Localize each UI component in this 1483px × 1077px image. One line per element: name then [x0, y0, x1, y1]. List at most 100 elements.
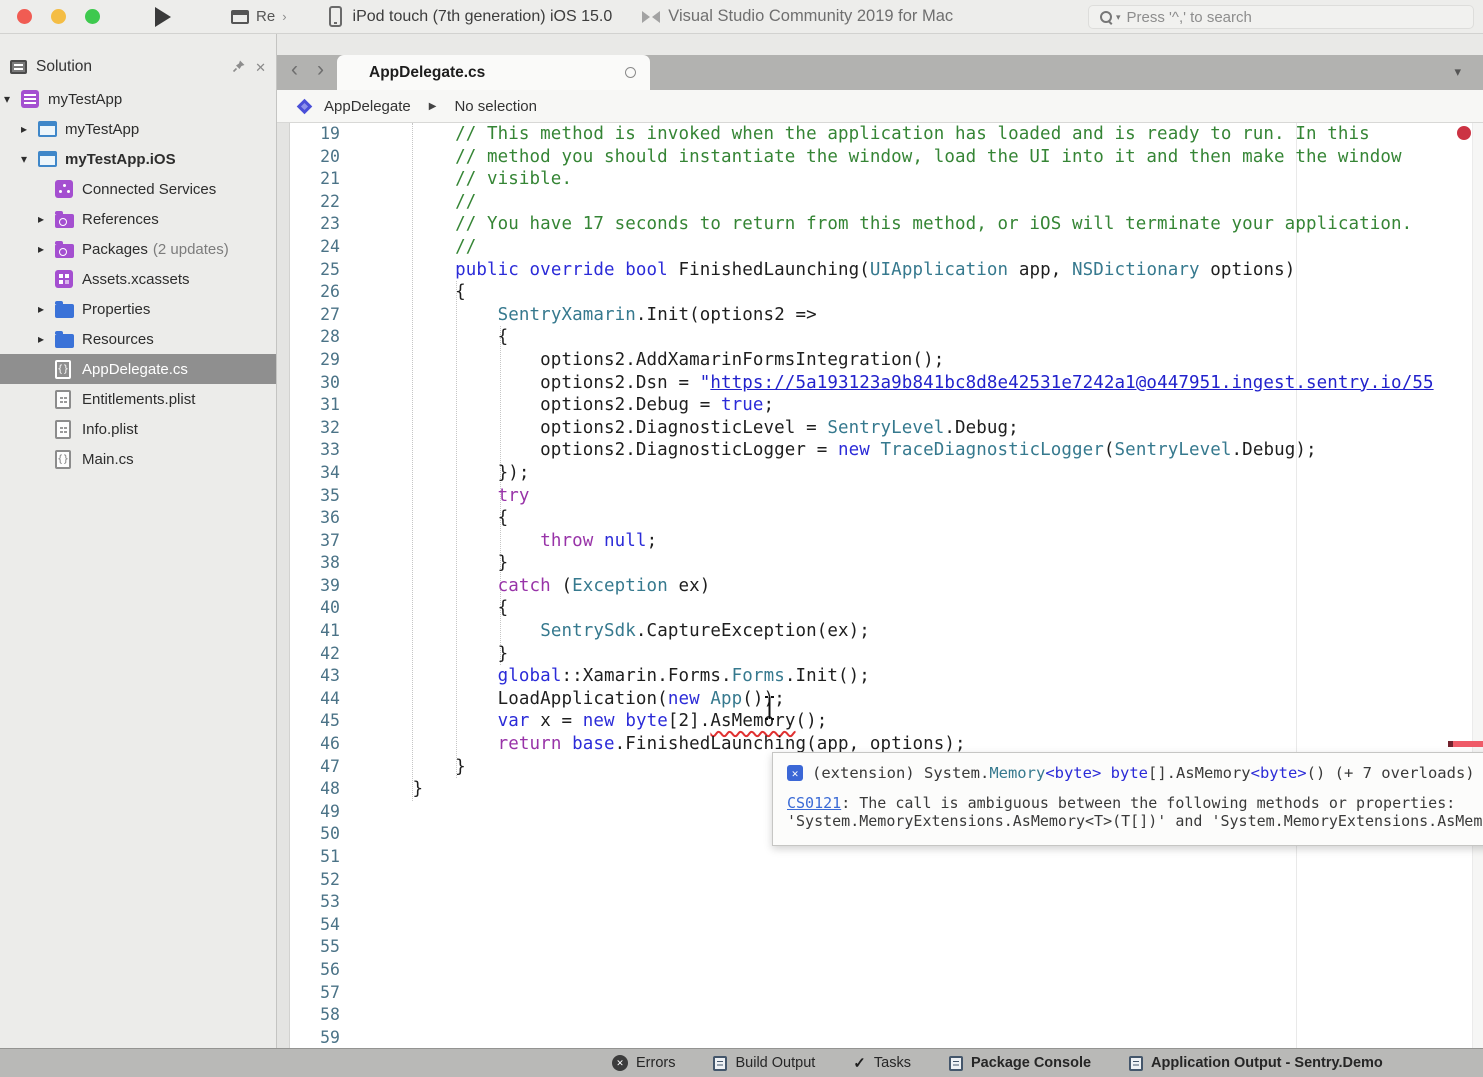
code-line-21[interactable]: 21 // visible.: [290, 168, 1483, 191]
code-line-44[interactable]: 44 LoadApplication(new App());: [290, 688, 1483, 711]
tab-appdelegate[interactable]: AppDelegate.cs: [337, 55, 650, 90]
breadcrumb-class[interactable]: AppDelegate: [324, 98, 411, 115]
code-line-56[interactable]: 56: [290, 959, 1483, 982]
maximize-window-button[interactable]: [85, 9, 100, 24]
run-configuration-selector[interactable]: Re ›: [231, 8, 287, 25]
code-line-45[interactable]: 45 var x = new byte[2].AsMemory();: [290, 710, 1483, 733]
breadcrumb: AppDelegate ▶ No selection: [277, 90, 1483, 123]
line-number: 21: [290, 168, 360, 191]
close-window-button[interactable]: [17, 9, 32, 24]
window-toolbar: Re › iPod touch (7th generation) iOS 15.…: [0, 0, 1483, 34]
line-number: 59: [290, 1027, 360, 1048]
code-line-29[interactable]: 29 options2.AddXamarinFormsIntegration()…: [290, 349, 1483, 372]
code-line-28[interactable]: 28 {: [290, 326, 1483, 349]
tree-item-mytestapp[interactable]: ▸myTestApp: [0, 114, 276, 144]
code-line-33[interactable]: 33 options2.DiagnosticLogger = new Trace…: [290, 439, 1483, 462]
pad-button-tasks[interactable]: ✓Tasks: [853, 1054, 911, 1072]
code-text: {: [370, 281, 466, 304]
code-line-57[interactable]: 57: [290, 982, 1483, 1005]
code-line-34[interactable]: 34 });: [290, 462, 1483, 485]
code-line-51[interactable]: 51: [290, 846, 1483, 869]
navigate-forward-icon[interactable]: ›: [317, 58, 324, 82]
tab-list-dropdown-icon[interactable]: ▾: [1454, 64, 1461, 80]
pin-pad-icon[interactable]: [232, 59, 246, 75]
pad-button-package-console[interactable]: Package Console: [949, 1055, 1091, 1071]
device-selector[interactable]: iPod touch (7th generation) iOS 15.0: [329, 6, 613, 27]
code-line-35[interactable]: 35 try: [290, 485, 1483, 508]
error-indicator-icon[interactable]: [1457, 126, 1471, 140]
code-line-30[interactable]: 30 options2.Dsn = "https://5a193123a9b84…: [290, 372, 1483, 395]
caret-right-icon[interactable]: ▸: [38, 302, 55, 316]
code-line-26[interactable]: 26 {: [290, 281, 1483, 304]
tree-item-properties[interactable]: ▸ Properties: [0, 294, 276, 324]
tree-item-entitlements-plist[interactable]: Entitlements.plist: [0, 384, 276, 414]
caret-down-icon[interactable]: ▾: [21, 152, 38, 166]
tree-item-info-plist[interactable]: Info.plist: [0, 414, 276, 444]
close-pad-icon[interactable]: ✕: [255, 61, 266, 74]
code-line-32[interactable]: 32 options2.DiagnosticLevel = SentryLeve…: [290, 417, 1483, 440]
tree-item-connected-services[interactable]: Connected Services: [0, 174, 276, 204]
run-button[interactable]: [155, 7, 171, 27]
navigate-back-icon[interactable]: ‹: [291, 58, 298, 82]
tree-item-mytestapp[interactable]: ▾myTestApp: [0, 84, 276, 114]
pad-button-label: Tasks: [874, 1055, 911, 1071]
caret-right-icon[interactable]: ▸: [38, 332, 55, 346]
code-lines: 19 // This method is invoked when the ap…: [290, 123, 1483, 1048]
tree-item-label: References: [82, 211, 159, 228]
code-line-40[interactable]: 40 {: [290, 597, 1483, 620]
line-number: 55: [290, 936, 360, 959]
error-code-link[interactable]: CS0121: [787, 794, 841, 812]
document-state-icon: [625, 67, 636, 78]
code-line-23[interactable]: 23 // You have 17 seconds to return from…: [290, 213, 1483, 236]
tree-item-assets-xcassets[interactable]: Assets.xcassets: [0, 264, 276, 294]
code-editor[interactable]: 19 // This method is invoked when the ap…: [277, 123, 1483, 1048]
line-number: 51: [290, 846, 360, 869]
tree-item-mytestapp-ios[interactable]: ▾myTestApp.iOS: [0, 144, 276, 174]
code-text: }: [370, 778, 423, 801]
tree-item-label: Properties: [82, 301, 150, 318]
code-line-42[interactable]: 42 }: [290, 643, 1483, 666]
breakpoint-margin[interactable]: [277, 123, 290, 1048]
tree-item-main-cs[interactable]: {}Main.cs: [0, 444, 276, 474]
code-line-27[interactable]: 27 SentryXamarin.Init(options2 =>: [290, 304, 1483, 327]
code-text: // This method is invoked when the appli…: [370, 123, 1370, 146]
code-line-59[interactable]: 59: [290, 1027, 1483, 1048]
pad-button-application-output-sentry-demo[interactable]: Application Output - Sentry.Demo: [1129, 1055, 1383, 1071]
caret-right-icon[interactable]: ▸: [21, 122, 38, 136]
code-line-37[interactable]: 37 throw null;: [290, 530, 1483, 553]
code-line-52[interactable]: 52: [290, 869, 1483, 892]
tree-item-packages[interactable]: ▸Packages(2 updates): [0, 234, 276, 264]
pad-button-errors[interactable]: ✕Errors: [612, 1055, 675, 1071]
caret-right-icon[interactable]: ▸: [38, 212, 55, 226]
tree-item-references[interactable]: ▸ References: [0, 204, 276, 234]
code-line-24[interactable]: 24 //: [290, 236, 1483, 259]
code-line-22[interactable]: 22 //: [290, 191, 1483, 214]
code-line-38[interactable]: 38 }: [290, 552, 1483, 575]
line-number: 37: [290, 530, 360, 553]
code-line-43[interactable]: 43 global::Xamarin.Forms.Forms.Init();: [290, 665, 1483, 688]
folder-icon: [55, 214, 74, 228]
code-line-55[interactable]: 55: [290, 936, 1483, 959]
breadcrumb-selection[interactable]: No selection: [454, 98, 537, 115]
minimize-window-button[interactable]: [51, 9, 66, 24]
line-number: 49: [290, 801, 360, 824]
search-input[interactable]: ▾ Press '^,' to search: [1088, 5, 1474, 29]
code-line-20[interactable]: 20 // method you should instantiate the …: [290, 146, 1483, 169]
tree-item-resources[interactable]: ▸Resources: [0, 324, 276, 354]
code-text: {: [370, 597, 508, 620]
code-line-36[interactable]: 36 {: [290, 507, 1483, 530]
code-line-25[interactable]: 25 public override bool FinishedLaunchin…: [290, 259, 1483, 282]
code-line-41[interactable]: 41 SentrySdk.CaptureException(ex);: [290, 620, 1483, 643]
scrollbar-error-marker[interactable]: [1448, 741, 1483, 747]
code-line-54[interactable]: 54: [290, 914, 1483, 937]
code-text: options2.Dsn = "https://5a193123a9b841bc…: [370, 372, 1434, 395]
caret-down-icon[interactable]: ▾: [4, 92, 21, 106]
code-line-31[interactable]: 31 options2.Debug = true;: [290, 394, 1483, 417]
tree-item-appdelegate-cs[interactable]: {}AppDelegate.cs: [0, 354, 276, 384]
code-line-58[interactable]: 58: [290, 1004, 1483, 1027]
code-line-39[interactable]: 39 catch (Exception ex): [290, 575, 1483, 598]
caret-right-icon[interactable]: ▸: [38, 242, 55, 256]
code-line-53[interactable]: 53: [290, 891, 1483, 914]
code-line-19[interactable]: 19 // This method is invoked when the ap…: [290, 123, 1483, 146]
pad-button-build-output[interactable]: Build Output: [713, 1055, 815, 1071]
